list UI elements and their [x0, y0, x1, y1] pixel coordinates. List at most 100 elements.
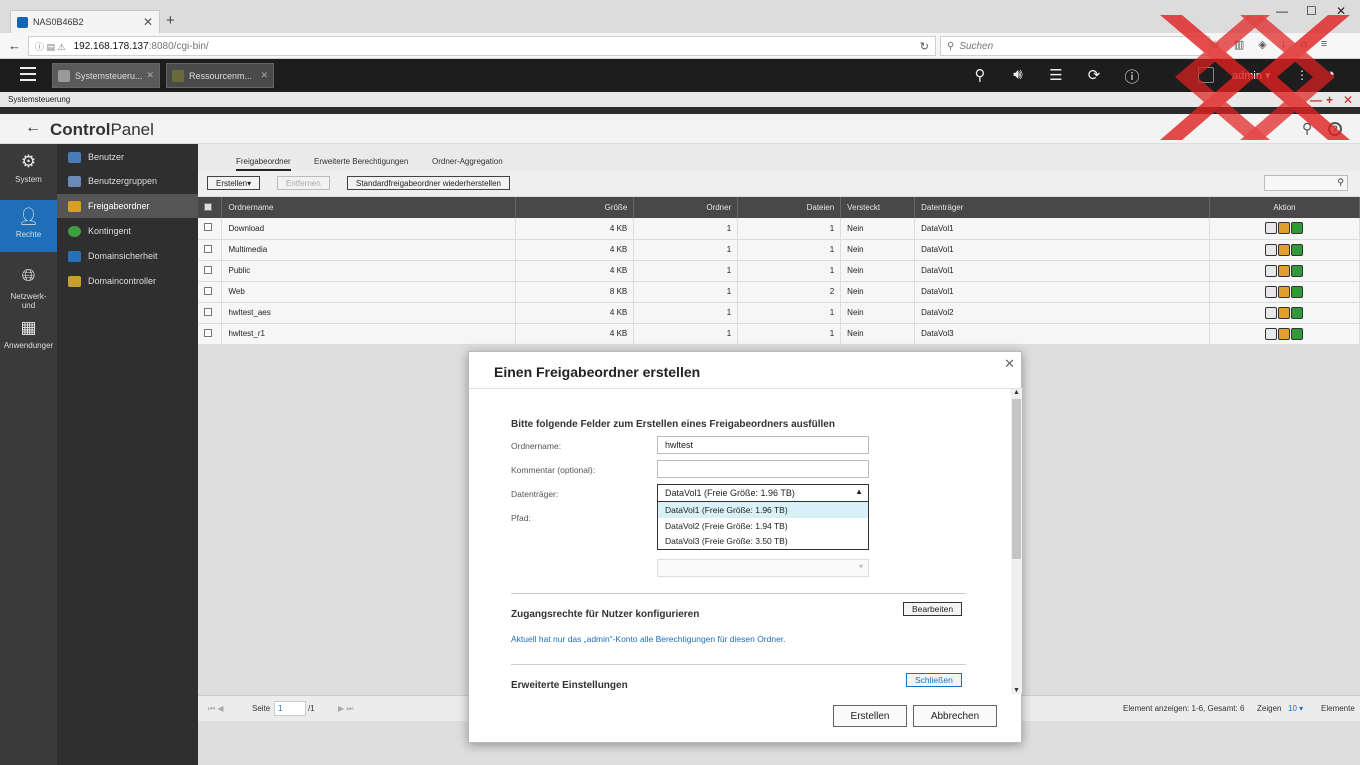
- minimize-icon[interactable]: —: [1276, 4, 1288, 18]
- window-minimize-icon[interactable]: —: [1310, 93, 1322, 107]
- scroll-thumb[interactable]: [1012, 399, 1021, 559]
- tab-freigabeordner[interactable]: Freigabeordner: [236, 157, 291, 172]
- browser-search-input[interactable]: ⚲ Suchen: [940, 36, 1210, 56]
- close-window-icon[interactable]: ✕: [1336, 4, 1346, 18]
- col-ordner[interactable]: Ordner: [633, 197, 739, 218]
- sidebar-item-benutzer[interactable]: Benutzer: [57, 145, 198, 169]
- new-tab-icon[interactable]: +: [166, 12, 175, 29]
- info-icon[interactable]: ⓘ: [1113, 66, 1151, 87]
- avatar[interactable]: [1198, 67, 1214, 83]
- rail-item-network[interactable]: 🌐︎ Netzwerk- und: [0, 262, 57, 310]
- permissions-icon[interactable]: [1277, 243, 1290, 256]
- edit-icon[interactable]: [1264, 285, 1277, 298]
- help-icon[interactable]: ?: [1328, 122, 1342, 136]
- table-row[interactable]: hwltest_aes 4 KB 1 1 Nein DataVol2: [198, 302, 1360, 324]
- back-arrow-icon[interactable]: ←: [25, 119, 41, 137]
- dialog-scrollbar[interactable]: ▲ ▼: [1011, 389, 1022, 694]
- sync-icon[interactable]: ⟳: [1075, 66, 1113, 87]
- tab-ordner-aggregation[interactable]: Ordner-Aggregation: [432, 157, 503, 166]
- volume-option[interactable]: DataVol3 (Freie Größe: 3.50 TB): [658, 533, 868, 549]
- select-all-header[interactable]: [198, 197, 223, 218]
- table-row[interactable]: hwltest_r1 4 KB 1 1 Nein DataVol3: [198, 323, 1360, 345]
- select-all-checkbox[interactable]: [204, 202, 212, 211]
- home-icon[interactable]: ⌂: [1300, 38, 1307, 51]
- back-arrow-icon[interactable]: ←: [8, 38, 21, 53]
- page-input[interactable]: 1: [274, 701, 306, 716]
- window-close-icon[interactable]: ✕: [1343, 93, 1353, 107]
- url-field[interactable]: ⓘ ▤ ⚠ 192.168.178.137 :8080/cgi-bin/ ↻: [28, 36, 936, 56]
- refresh-icon[interactable]: [1290, 285, 1303, 298]
- refresh-icon[interactable]: [1290, 306, 1303, 319]
- folder-search-input[interactable]: ⚲: [1264, 175, 1348, 191]
- refresh-icon[interactable]: [1290, 327, 1303, 340]
- sidebar-item-benutzergruppen[interactable]: Benutzergruppen: [57, 169, 198, 193]
- sidebar-item-domainsicherheit[interactable]: Domainsicherheit: [57, 244, 198, 268]
- volume-option[interactable]: DataVol2 (Freie Größe: 1.94 TB): [658, 518, 868, 534]
- restore-defaults-button[interactable]: Standardfreigabeordner wiederherstellen: [347, 176, 510, 190]
- next-last-page-icons[interactable]: ▶ ⏭: [338, 704, 354, 714]
- tasks-icon[interactable]: ☰: [1037, 66, 1075, 87]
- edit-icon[interactable]: [1264, 243, 1277, 256]
- close-icon[interactable]: ✕: [1004, 356, 1015, 372]
- row-checkbox[interactable]: [204, 223, 212, 232]
- page-size-select[interactable]: 10 ▾: [1288, 704, 1303, 713]
- rail-item-applications[interactable]: ▦ Anwendunger: [0, 318, 57, 358]
- collapse-button[interactable]: Schließen: [906, 673, 962, 687]
- row-checkbox[interactable]: [204, 265, 212, 274]
- table-row[interactable]: Web 8 KB 1 2 Nein DataVol1: [198, 281, 1360, 303]
- sidebar-item-domaincontroller[interactable]: Domaincontroller: [57, 269, 198, 293]
- edit-icon[interactable]: [1264, 327, 1277, 340]
- dashboard-icon[interactable]: ◔: [1326, 66, 1335, 83]
- col-groesse[interactable]: Größe: [515, 197, 635, 218]
- close-app-icon[interactable]: ✕: [146, 70, 154, 81]
- tab-erweiterte-berechtigungen[interactable]: Erweiterte Berechtigungen: [314, 157, 408, 166]
- rail-item-system[interactable]: ⚙ System: [0, 152, 57, 198]
- refresh-icon[interactable]: [1290, 264, 1303, 277]
- col-datentraeger[interactable]: Datenträger: [914, 197, 1210, 218]
- app-tab-controlpanel[interactable]: Systemsteueru... ✕: [52, 63, 160, 88]
- edit-permissions-button[interactable]: Bearbeiten: [903, 602, 963, 616]
- sidebar-item-kontingent[interactable]: Kontingent: [57, 219, 198, 243]
- permissions-icon[interactable]: [1277, 306, 1290, 319]
- maximize-icon[interactable]: ☐: [1306, 4, 1317, 18]
- permissions-icon[interactable]: [1277, 222, 1290, 235]
- create-button[interactable]: Erstellen: [833, 705, 907, 727]
- create-dropdown-button[interactable]: Erstellen ▾: [207, 176, 261, 190]
- sidebar-item-freigabeordner[interactable]: Freigabeordner: [57, 194, 198, 218]
- window-maximize-icon[interactable]: +: [1326, 93, 1333, 107]
- search-icon[interactable]: ⚲: [1302, 120, 1312, 137]
- refresh-icon[interactable]: [1290, 222, 1303, 235]
- pocket-icon[interactable]: ◈: [1258, 38, 1266, 51]
- edit-icon[interactable]: [1264, 306, 1277, 319]
- row-checkbox[interactable]: [204, 244, 212, 253]
- library-icon[interactable]: ▥: [1234, 38, 1244, 51]
- col-versteckt[interactable]: Versteckt: [840, 197, 916, 218]
- permissions-icon[interactable]: [1277, 327, 1290, 340]
- folder-name-input[interactable]: hwltest: [657, 436, 869, 454]
- download-icon[interactable]: ↓: [1281, 38, 1287, 51]
- path-select[interactable]: ▾: [657, 559, 869, 577]
- bookmark-star-icon[interactable]: ☆: [1210, 38, 1220, 51]
- comment-input[interactable]: [657, 460, 869, 478]
- col-ordnername[interactable]: Ordnername: [221, 197, 517, 218]
- row-checkbox[interactable]: [204, 307, 212, 316]
- col-dateien[interactable]: Dateien: [737, 197, 842, 218]
- dropdown-arrow-icon[interactable]: ▲: [855, 487, 863, 496]
- rail-item-rechte[interactable]: 👤︎ Rechte: [0, 200, 57, 252]
- app-tab-resource-monitor[interactable]: Ressourcenm... ✕: [166, 63, 274, 88]
- user-menu[interactable]: admin ▾: [1232, 69, 1271, 82]
- close-tab-icon[interactable]: ✕: [143, 15, 153, 29]
- volume-option[interactable]: DataVol1 (Freie Größe: 1.96 TB): [658, 502, 868, 518]
- reload-icon[interactable]: ↻: [920, 40, 929, 53]
- more-options-icon[interactable]: ⋮: [1296, 68, 1308, 82]
- table-row[interactable]: Download 4 KB 1 1 Nein DataVol1: [198, 218, 1360, 240]
- cancel-button[interactable]: Abbrechen: [913, 705, 997, 727]
- row-checkbox[interactable]: [204, 328, 212, 337]
- volume-select[interactable]: DataVol1 (Freie Größe: 1.96 TB) ▲: [657, 484, 869, 502]
- table-row[interactable]: Multimedia 4 KB 1 1 Nein DataVol1: [198, 239, 1360, 261]
- edit-icon[interactable]: [1264, 222, 1277, 235]
- permissions-icon[interactable]: [1277, 264, 1290, 277]
- close-app-icon[interactable]: ✕: [260, 70, 268, 81]
- permissions-icon[interactable]: [1277, 285, 1290, 298]
- main-menu-icon[interactable]: [20, 67, 36, 81]
